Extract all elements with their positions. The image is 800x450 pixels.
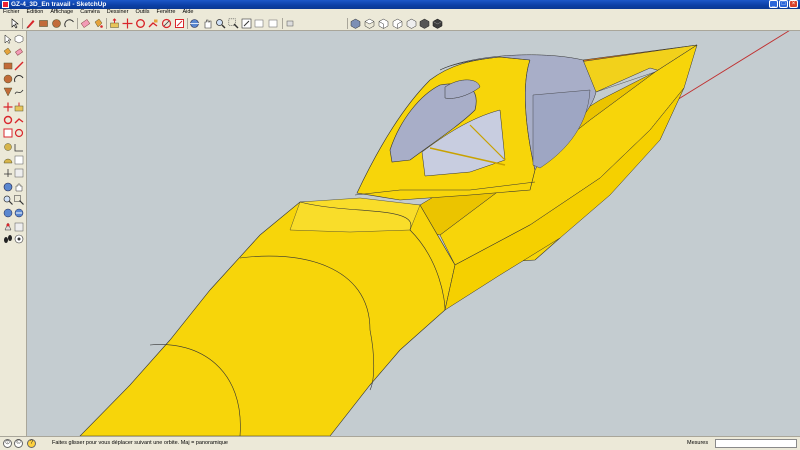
select-icon[interactable] (9, 18, 20, 29)
menu-file[interactable]: Fichier (3, 9, 20, 16)
axes-icon[interactable] (3, 168, 13, 178)
orbit-icon[interactable] (3, 182, 13, 192)
menu-window[interactable]: Fenêtre (157, 9, 176, 16)
look-around-icon[interactable] (14, 234, 24, 244)
section-plane-icon[interactable] (14, 222, 24, 232)
app-icon (2, 1, 9, 8)
rectangle-icon[interactable] (3, 61, 13, 71)
menu-tools[interactable]: Outils (135, 9, 149, 16)
text-icon[interactable] (14, 155, 24, 165)
zoom-extents-icon[interactable] (3, 208, 13, 218)
freehand-icon[interactable] (14, 87, 24, 97)
offset-icon[interactable] (14, 128, 24, 138)
top-view-icon[interactable] (364, 18, 375, 29)
zoom-window-icon[interactable] (228, 18, 239, 29)
arc-icon[interactable] (64, 18, 75, 29)
main-toolbar (0, 16, 800, 31)
credits-icon[interactable]: © (14, 439, 23, 448)
front-view-icon[interactable] (378, 18, 389, 29)
close-button[interactable]: × (789, 0, 798, 8)
fuselage-top-ridge (289, 197, 421, 233)
zoom-icon[interactable] (3, 195, 13, 205)
measures-label: Mesures (687, 440, 709, 446)
sketchup-window: GZ-4_3D_En travail - SketchUp _ □ × Fich… (0, 0, 800, 450)
arc-icon[interactable] (14, 74, 24, 84)
move-icon[interactable] (122, 18, 133, 29)
pan-icon[interactable] (202, 18, 213, 29)
shaded-icon[interactable] (432, 18, 443, 29)
select-icon[interactable] (3, 34, 13, 44)
minimize-button[interactable]: _ (769, 0, 778, 8)
scale-icon[interactable] (174, 18, 185, 29)
zoom-window-icon[interactable] (14, 195, 24, 205)
left-view-icon[interactable] (419, 18, 430, 29)
red-axis-line (671, 31, 790, 104)
toolbar-separator (22, 18, 23, 29)
menu-draw[interactable]: Dessiner (107, 9, 129, 16)
right-view-icon[interactable] (392, 18, 403, 29)
eraser-icon[interactable] (80, 18, 91, 29)
tape-measure-icon[interactable] (3, 142, 13, 152)
paint-bucket-icon[interactable] (93, 18, 104, 29)
zoom-icon[interactable] (215, 18, 226, 29)
previous-view-icon[interactable] (254, 18, 265, 29)
zoom-extents-icon[interactable] (241, 18, 252, 29)
drawing-viewport[interactable] (27, 31, 800, 436)
scale-icon[interactable] (3, 128, 13, 138)
circle-icon[interactable] (51, 18, 62, 29)
rectangle-icon[interactable] (38, 18, 49, 29)
rotate-icon[interactable] (135, 18, 146, 29)
left-toolbar (0, 31, 27, 436)
model-view (79, 31, 790, 436)
pencil-icon[interactable] (25, 18, 36, 29)
toolbar-separator (347, 18, 348, 29)
measures-input[interactable] (715, 439, 797, 448)
protractor-icon[interactable] (3, 155, 13, 165)
status-hint: Faites glisser pour vous déplacer suivan… (52, 440, 228, 446)
maximize-button[interactable]: □ (779, 0, 788, 8)
rotate-icon[interactable] (3, 115, 13, 125)
eraser-icon[interactable] (14, 47, 24, 57)
window-controls: _ □ × (769, 0, 798, 9)
menu-view[interactable]: Affichage (50, 9, 73, 16)
toolbar-separator (187, 18, 188, 29)
follow-me-icon[interactable] (148, 18, 159, 29)
toolbar-separator (106, 18, 107, 29)
walk-icon[interactable] (3, 234, 13, 244)
orbit-icon[interactable] (189, 18, 200, 29)
dimension-icon[interactable] (14, 142, 24, 152)
polygon-icon[interactable] (3, 87, 13, 97)
push-pull-icon[interactable] (14, 102, 24, 112)
previous-view-icon[interactable] (14, 208, 24, 218)
offset-icon[interactable] (161, 18, 172, 29)
paint-icon[interactable] (3, 47, 13, 57)
title-bar: GZ-4_3D_En travail - SketchUp _ □ × (0, 0, 800, 9)
move-icon[interactable] (3, 102, 13, 112)
menu-help[interactable]: Aide (182, 9, 193, 16)
component-icon[interactable] (14, 34, 24, 44)
menu-camera[interactable]: Caméra (80, 9, 100, 16)
push-pull-icon[interactable] (109, 18, 120, 29)
toolbar-separator (282, 18, 283, 29)
position-camera-icon[interactable] (3, 222, 13, 232)
position-camera-icon[interactable] (285, 18, 296, 29)
help-icon[interactable]: ? (27, 439, 36, 448)
next-view-icon[interactable] (267, 18, 278, 29)
toolbar-separator (77, 18, 78, 29)
3d-text-icon[interactable] (14, 168, 24, 178)
status-bar: ⊙ © ? Faites glisser pour vous déplacer … (0, 436, 800, 450)
follow-me-icon[interactable] (14, 115, 24, 125)
iso-view-icon[interactable] (350, 18, 361, 29)
menu-bar: Fichier Edition Affichage Caméra Dessine… (0, 9, 800, 16)
circle-icon[interactable] (3, 74, 13, 84)
window-title: GZ-4_3D_En travail - SketchUp (11, 1, 107, 8)
back-view-icon[interactable] (406, 18, 417, 29)
menu-edit[interactable]: Edition (27, 9, 44, 16)
geo-location-icon[interactable]: ⊙ (3, 439, 12, 448)
pan-icon[interactable] (14, 182, 24, 192)
line-icon[interactable] (14, 61, 24, 71)
